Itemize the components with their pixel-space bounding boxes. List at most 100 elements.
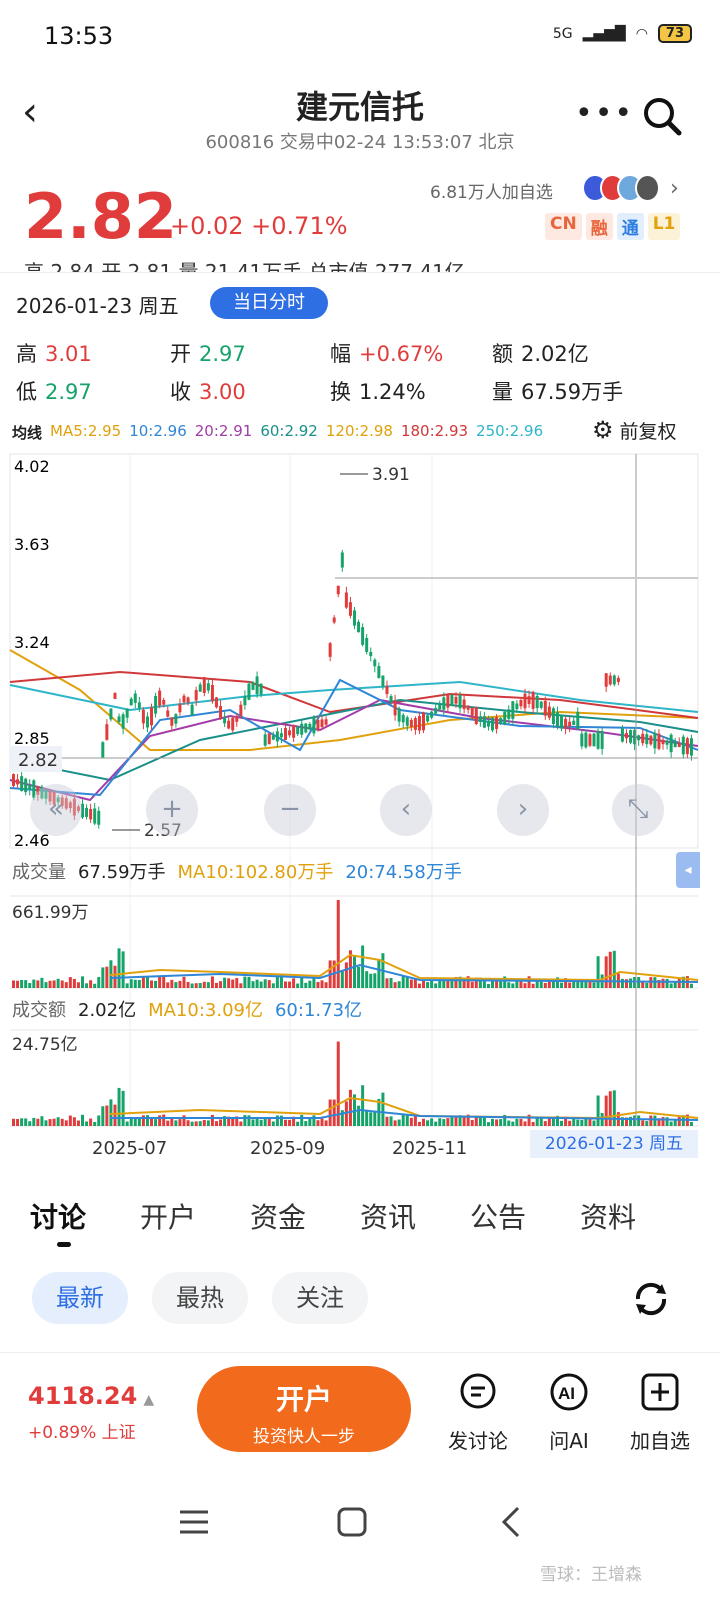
stock-subtitle: 600816 交易中02-24 13:53:07 北京: [205, 132, 515, 153]
tab-announcements[interactable]: 公告: [470, 1196, 580, 1236]
volume-bar: [231, 979, 235, 988]
post-label: 发讨论: [448, 1429, 508, 1453]
nav-back-icon[interactable]: [490, 1500, 534, 1544]
scroll-left-fast-button[interactable]: «: [30, 784, 82, 836]
amount-bar: [68, 1115, 72, 1126]
volume-bar: [373, 973, 377, 988]
stat-label: 高: [16, 342, 37, 366]
amount-bar: [133, 1118, 137, 1126]
tab-profile[interactable]: 资料: [580, 1196, 690, 1236]
volume-bar: [401, 976, 405, 988]
candle-body: [227, 720, 231, 729]
candle-body: [16, 779, 20, 785]
amount-bar: [442, 1119, 446, 1126]
search-icon[interactable]: [640, 94, 684, 138]
amount-bar: [637, 1115, 641, 1126]
amount-bar: [417, 1121, 421, 1126]
candle-body: [616, 677, 620, 683]
side-panel-toggle[interactable]: ◂: [676, 852, 700, 888]
candle-body: [568, 721, 572, 727]
tab-discussion[interactable]: 讨论: [30, 1196, 140, 1236]
candle-body: [340, 552, 344, 568]
volume-bar: [239, 983, 243, 988]
amount-bar: [89, 1118, 93, 1126]
amount-bar: [470, 1120, 474, 1126]
open-account-button[interactable]: 开户 投资快人一步: [197, 1366, 411, 1452]
candle-body: [312, 717, 316, 734]
amount-ma10: MA10:3.09亿: [148, 1000, 263, 1021]
amount-bar: [641, 1120, 645, 1126]
followers-count[interactable]: 6.81万人加自选: [430, 178, 553, 203]
candle-body: [194, 690, 198, 701]
candle-body: [20, 776, 24, 792]
volume-bar: [93, 983, 97, 988]
candle-body: [584, 732, 588, 748]
amount-bar: [438, 1118, 442, 1126]
candle-body: [523, 693, 527, 709]
volume-bar: [661, 978, 665, 988]
volume-bar: [48, 980, 52, 988]
volume-bar: [430, 980, 434, 988]
more-icon[interactable]: •••: [575, 96, 634, 131]
zoom-out-button[interactable]: −: [264, 784, 316, 836]
candle-body: [283, 728, 287, 740]
amount-value: 2.02亿: [78, 1000, 137, 1021]
candle-body: [527, 696, 531, 704]
candle-body: [547, 706, 551, 718]
candle-body: [495, 717, 499, 729]
status-icons: 5G ▂▄▆█ ◠ 73: [553, 24, 692, 43]
volume-bar: [259, 981, 263, 988]
amount-bar: [97, 1115, 101, 1126]
stat-label: 量: [492, 380, 513, 404]
candle-body: [308, 724, 312, 730]
volume-bar: [190, 983, 194, 988]
intraday-button[interactable]: 当日分时: [210, 287, 328, 319]
index-value[interactable]: 4118.24 ▲: [28, 1382, 154, 1410]
volume-bar: [16, 980, 20, 988]
tab-open-account[interactable]: 开户: [140, 1196, 250, 1236]
follower-avatars[interactable]: [582, 174, 660, 202]
signal-icon: ▂▄▆█: [582, 25, 626, 42]
amount-bar: [288, 1119, 292, 1126]
candle-body: [150, 707, 154, 726]
candle-body: [564, 718, 568, 729]
add-watchlist-button[interactable]: 加自选: [620, 1372, 700, 1454]
menu-icon[interactable]: [172, 1500, 216, 1544]
status-time: 13:53: [44, 22, 114, 50]
candle-body: [271, 735, 275, 740]
amount-bar: [145, 1115, 149, 1126]
volume-bar: [125, 983, 129, 988]
candle-body: [158, 690, 162, 706]
candle-body: [661, 739, 665, 745]
candle-body: [572, 720, 576, 725]
filter-hot[interactable]: 最热: [152, 1272, 248, 1324]
stat-value: +0.67%: [359, 342, 444, 366]
fullscreen-button[interactable]: ⤡: [612, 784, 664, 836]
zoom-in-button[interactable]: +: [146, 784, 198, 836]
volume-bar: [158, 976, 162, 988]
amount-bar: [604, 1095, 608, 1126]
post-discussion-button[interactable]: 发讨论: [438, 1372, 518, 1454]
chevron-right-icon[interactable]: ›: [670, 176, 679, 201]
current-price: 2.82: [24, 180, 177, 253]
volume-bar: [580, 981, 584, 988]
candle-body: [393, 700, 397, 716]
adjust-toggle[interactable]: ⚙ 前复权: [592, 416, 677, 444]
ask-ai-button[interactable]: AI 问AI: [529, 1372, 609, 1454]
amount-bar: [462, 1116, 466, 1126]
stat-value: 2.97: [45, 380, 92, 404]
scroll-right-button[interactable]: ›: [497, 784, 549, 836]
tab-capital[interactable]: 资金: [250, 1196, 360, 1236]
filter-following[interactable]: 关注: [272, 1272, 368, 1324]
volume-bar: [117, 948, 121, 988]
tab-news[interactable]: 资讯: [360, 1196, 470, 1236]
volume-bar: [101, 967, 105, 988]
home-icon[interactable]: [330, 1500, 374, 1544]
amount-bar: [405, 1114, 409, 1126]
volume-bar: [665, 978, 669, 988]
scroll-left-button[interactable]: ‹: [380, 784, 432, 836]
volume-bar: [612, 950, 616, 988]
filter-latest[interactable]: 最新: [32, 1272, 128, 1324]
volume-bar: [629, 978, 633, 988]
refresh-icon[interactable]: [630, 1278, 672, 1320]
